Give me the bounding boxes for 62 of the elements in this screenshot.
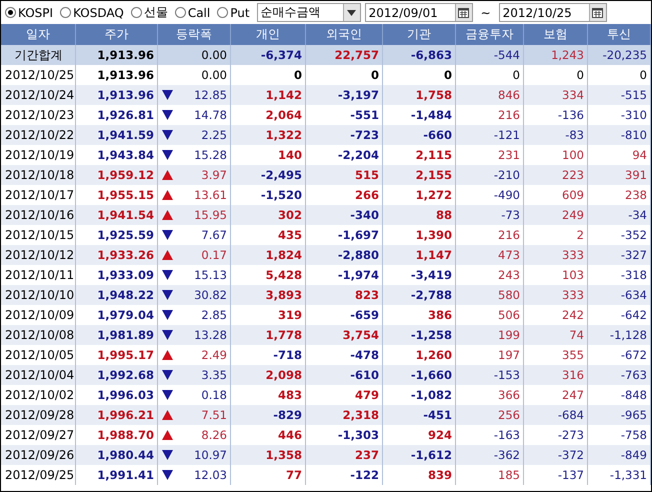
change-cell: 10.97	[194, 448, 227, 462]
up-triangle-icon	[162, 430, 173, 440]
measure-dropdown[interactable]: 순매수금액	[256, 3, 361, 22]
change-cell: 8.26	[201, 428, 227, 442]
change-cell: 2.25	[201, 128, 227, 142]
change-cell: 0.17	[201, 248, 227, 262]
net-buy-cell: -1,331	[588, 465, 651, 485]
down-triangle-icon	[162, 370, 173, 380]
down-triangle-icon	[162, 310, 173, 320]
market-radio[interactable]: KOSPI	[5, 6, 54, 20]
down-triangle-icon	[162, 270, 173, 280]
down-triangle-icon	[162, 330, 173, 340]
change-cell: 2.85	[201, 308, 227, 322]
price-cell: 1,991.41	[76, 465, 158, 485]
calendar-icon	[458, 8, 470, 18]
net-buy-cell: 185	[456, 465, 524, 485]
change-cell: 13.28	[194, 328, 227, 342]
change-cell: 2.49	[201, 348, 227, 362]
change-cell: 0.18	[201, 388, 227, 402]
net-buy-cell: -122	[306, 465, 383, 485]
up-triangle-icon	[162, 410, 173, 420]
change-cell: 14.78	[194, 108, 227, 122]
change-cell: 15.95	[194, 208, 227, 222]
change-cell: 0.00	[201, 68, 227, 82]
down-triangle-icon	[162, 450, 173, 460]
down-triangle-icon	[162, 470, 173, 480]
end-date-field[interactable]: 2012/10/25	[498, 3, 607, 22]
up-triangle-icon	[162, 210, 173, 220]
up-triangle-icon	[162, 350, 173, 360]
change-cell: 12.85	[194, 88, 227, 102]
range-separator: ~	[480, 6, 491, 20]
up-triangle-icon	[162, 190, 173, 200]
up-triangle-icon	[162, 170, 173, 180]
date-cell: 2012/09/25	[1, 465, 76, 485]
down-triangle-icon	[162, 390, 173, 400]
change-cell: 0.00	[201, 48, 227, 62]
up-triangle-icon	[162, 250, 173, 260]
market-radio[interactable]: Put	[217, 6, 250, 20]
change-cell: 15.13	[194, 268, 227, 282]
down-triangle-icon	[162, 230, 173, 240]
change-cell: 30.82	[194, 288, 227, 302]
down-triangle-icon	[162, 90, 173, 100]
market-radio[interactable]: Call	[174, 6, 210, 20]
market-radio[interactable]: KOSDAQ	[60, 6, 124, 20]
down-triangle-icon	[162, 150, 173, 160]
net-buy-cell: 839	[383, 465, 456, 485]
change-cell: 13.61	[194, 188, 227, 202]
change-cell: 3.97	[201, 168, 227, 182]
change-cell: 7.51	[201, 408, 227, 422]
change-cell: 7.67	[201, 228, 227, 242]
market-radio[interactable]: 선물	[130, 4, 168, 21]
down-triangle-icon	[162, 290, 173, 300]
start-date-field[interactable]: 2012/09/01	[364, 3, 473, 22]
caret-icon	[347, 10, 356, 16]
change-cell: 3.35	[201, 368, 227, 382]
net-buy-cell: -137	[524, 465, 588, 485]
net-buy-cell: 77	[231, 465, 306, 485]
down-triangle-icon	[162, 110, 173, 120]
calendar-icon	[592, 8, 604, 18]
change-cell: 12.03	[194, 468, 227, 482]
change-cell: 15.28	[194, 148, 227, 162]
down-triangle-icon	[162, 130, 173, 140]
